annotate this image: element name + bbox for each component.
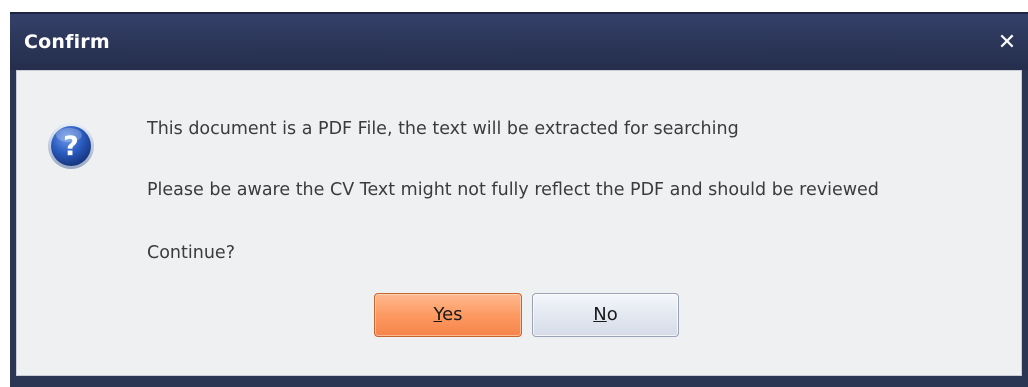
message-line-3: Continue? [147,243,235,263]
no-button[interactable]: No [532,293,679,337]
close-button[interactable]: ✕ [992,28,1022,58]
confirm-dialog: Confirm ✕ ? This document is a PDF File,… [10,12,1028,387]
no-button-mnemonic: N [593,304,607,325]
dialog-title: Confirm [24,31,110,53]
message-line-1: This document is a PDF File, the text wi… [147,119,739,139]
dialog-body: ? This document is a PDF File, the text … [16,70,1022,376]
message-line-2: Please be aware the CV Text might not fu… [147,180,879,200]
yes-button-mnemonic: Y [433,304,443,325]
yes-button[interactable]: Yes [374,293,522,337]
question-icon: ? [48,123,94,169]
dialog-titlebar[interactable]: Confirm ✕ [10,14,1028,70]
close-icon: ✕ [997,30,1017,55]
svg-text:?: ? [63,131,79,162]
no-button-label: o [606,304,618,325]
yes-button-label: es [442,304,463,325]
